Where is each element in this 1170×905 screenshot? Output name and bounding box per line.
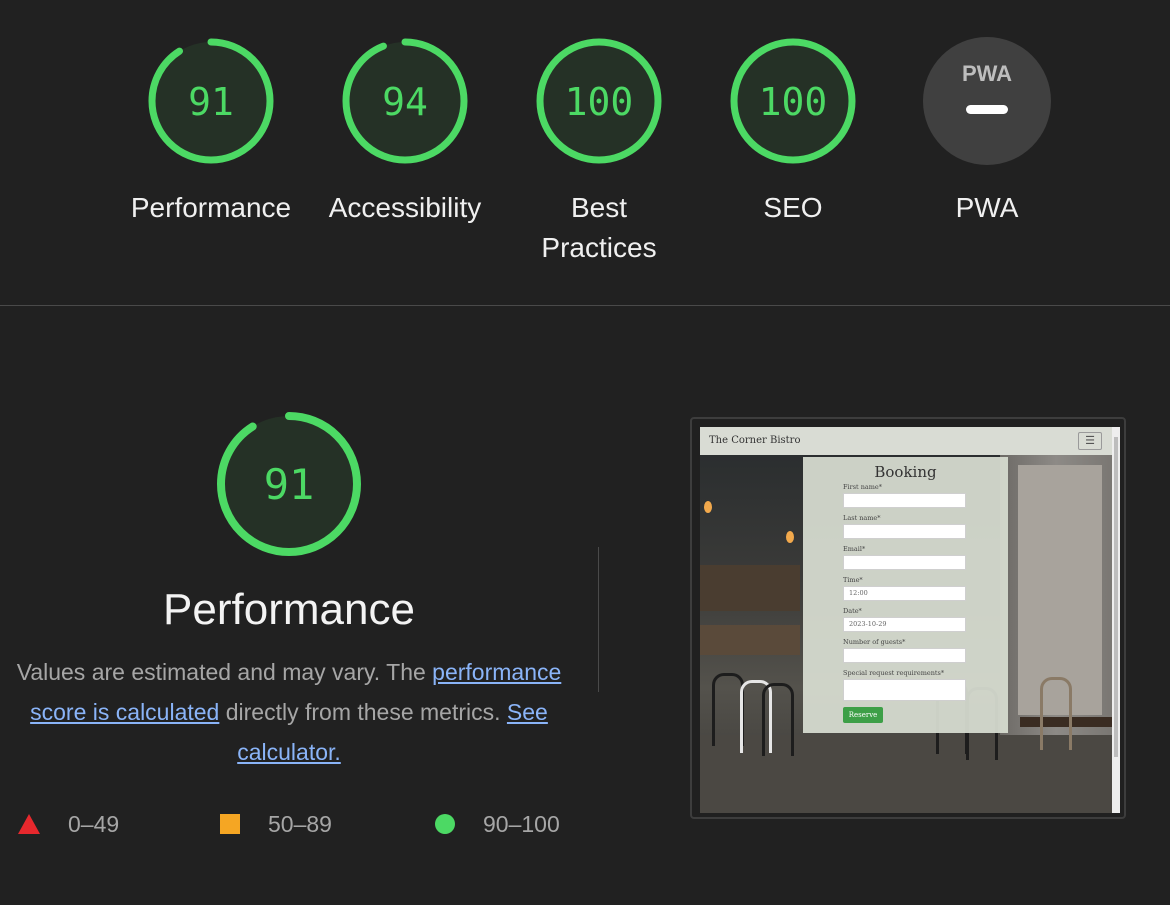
score-legend: 0–49 50–89 90–100 [0, 808, 580, 840]
time-input: 12:00 [843, 586, 966, 601]
legend-range: 0–49 [68, 810, 120, 837]
email-input [843, 555, 966, 570]
booking-title: Booking [874, 463, 937, 481]
triangle-icon [18, 814, 40, 834]
gauge-seo[interactable]: 100 SEO [708, 36, 878, 228]
gauge-accessibility[interactable]: 94 Accessibility [320, 36, 490, 228]
performance-score: 91 [264, 460, 315, 509]
legend-fail: 0–49 [18, 808, 119, 840]
score-ring: 100 [536, 38, 662, 164]
field-label: Last name* [843, 514, 881, 522]
gauge-score: 100 [759, 80, 828, 124]
gauge-pwa[interactable]: PWA PWA [902, 36, 1072, 228]
circle-icon [435, 814, 455, 834]
booking-form: Booking First name* Last name* Email* Ti… [803, 457, 1008, 733]
score-ring: 91 [148, 38, 274, 164]
gauge-best-practices[interactable]: 100 Best Practices [514, 36, 684, 268]
gauge-label: Best Practices [541, 192, 657, 263]
reserve-button: Reserve [843, 707, 883, 723]
performance-score-ring: 91 [217, 412, 361, 556]
guests-input [843, 648, 966, 663]
date-input: 2023-10-29 [843, 617, 966, 632]
screenshot-scrollbar [1112, 427, 1120, 813]
pwa-icon: PWA [923, 37, 1051, 165]
gauge-performance[interactable]: 91 Performance [126, 36, 296, 228]
desc-prefix: Values are estimated and may vary. The [16, 659, 426, 685]
legend-range: 50–89 [268, 810, 332, 837]
field-label: First name* [843, 483, 883, 491]
screenshot-viewport: The Corner Bistro ☰ Booking First name* … [700, 427, 1120, 813]
category-gauges: 91 Performance 94 Accessibility 100 Best… [0, 0, 1170, 306]
gauge-score: 91 [188, 80, 234, 124]
first-name-input [843, 493, 966, 508]
legend-range: 90–100 [483, 810, 560, 837]
field-label: Email* [843, 545, 866, 553]
performance-summary: 91 Performance Values are estimated and … [0, 306, 580, 905]
special-requests-textarea [843, 679, 966, 701]
hamburger-menu-icon: ☰ [1078, 432, 1102, 450]
pwa-badge-text: PWA [962, 61, 1012, 86]
field-label: Time* [843, 576, 863, 584]
gauge-label: SEO [763, 192, 823, 223]
field-label: Special request requirements* [843, 669, 945, 677]
field-label: Number of guests* [843, 638, 906, 646]
field-label: Date* [843, 607, 862, 615]
score-ring: 100 [730, 38, 856, 164]
gauge-score: 94 [382, 80, 428, 124]
legend-average: 50–89 [220, 808, 332, 840]
pwa-dash-icon [966, 105, 1008, 114]
gauge-label: PWA [955, 192, 1019, 223]
site-brand: The Corner Bistro [709, 435, 801, 446]
legend-pass: 90–100 [435, 808, 560, 840]
vertical-divider [598, 547, 599, 692]
final-screenshot[interactable]: The Corner Bistro ☰ Booking First name* … [690, 417, 1126, 819]
square-icon [220, 814, 240, 834]
desc-middle: directly from these metrics. [225, 699, 501, 725]
score-ring: 94 [342, 38, 468, 164]
gauge-score: 100 [565, 80, 634, 124]
gauge-label: Performance [130, 192, 292, 223]
performance-description: Values are estimated and may vary. The p… [14, 652, 564, 772]
site-navbar: The Corner Bistro ☰ [700, 427, 1112, 455]
gauge-label: Accessibility [328, 192, 482, 223]
last-name-input [843, 524, 966, 539]
performance-title: Performance [163, 585, 415, 634]
